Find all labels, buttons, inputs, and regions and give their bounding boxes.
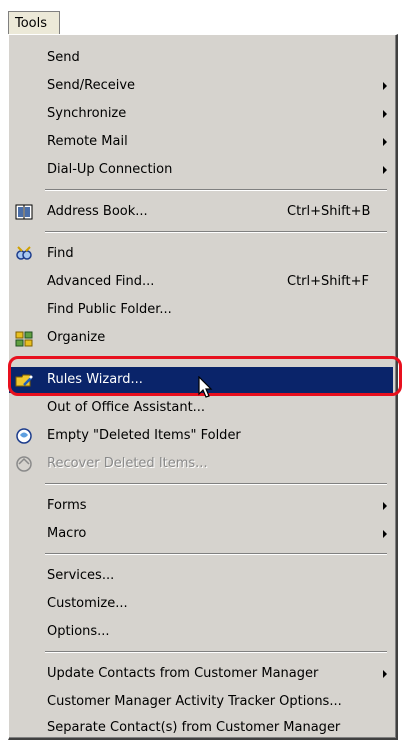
menu-item-dial-up-connection[interactable]: Dial-Up Connection bbox=[9, 157, 393, 183]
menu-item-label: Find Public Folder... bbox=[47, 302, 172, 317]
menubar-tools[interactable]: Tools bbox=[8, 11, 60, 35]
menu-item-label: Customize... bbox=[47, 596, 128, 611]
menu-item-label: Options... bbox=[47, 624, 110, 639]
organize-icon bbox=[15, 329, 33, 347]
menu-item-label: Services... bbox=[47, 568, 115, 583]
menu-separator bbox=[45, 189, 387, 191]
submenu-arrow-icon bbox=[383, 502, 387, 510]
submenu-arrow-icon bbox=[383, 166, 387, 174]
menu-item-label: Out of Office Assistant... bbox=[47, 400, 206, 415]
menu-item-update-contacts[interactable]: Update Contacts from Customer Manager bbox=[9, 661, 393, 687]
menu-item-label: Forms bbox=[47, 498, 87, 513]
menu-item-label: Synchronize bbox=[47, 106, 127, 121]
menu-item-services[interactable]: Services... bbox=[9, 563, 393, 589]
menu-item-label: Customer Manager Activity Tracker Option… bbox=[47, 694, 342, 709]
menu-item-label: Update Contacts from Customer Manager bbox=[47, 666, 319, 681]
menu-item-advanced-find[interactable]: Advanced Find... Ctrl+Shift+F bbox=[9, 269, 393, 295]
menu-item-remote-mail[interactable]: Remote Mail bbox=[9, 129, 393, 155]
menu-separator bbox=[45, 483, 387, 485]
menu-item-send-receive[interactable]: Send/Receive bbox=[9, 73, 393, 99]
menu-item-label: Advanced Find... bbox=[47, 274, 155, 289]
menu-item-recover-deleted-items: Recover Deleted Items... bbox=[9, 451, 393, 477]
find-icon bbox=[15, 245, 33, 263]
menu-item-label: Empty "Deleted Items" Folder bbox=[47, 428, 241, 443]
menu-item-label: Separate Contact(s) from Customer Manage… bbox=[47, 720, 341, 735]
menu-item-shortcut: Ctrl+Shift+F bbox=[287, 274, 369, 289]
menu-item-separate-contacts[interactable]: Separate Contact(s) from Customer Manage… bbox=[9, 715, 393, 741]
recover-deleted-items-icon bbox=[15, 455, 33, 473]
menu-separator bbox=[45, 231, 387, 233]
menu-item-send[interactable]: Send bbox=[9, 45, 393, 71]
submenu-arrow-icon bbox=[383, 110, 387, 118]
address-book-icon bbox=[15, 203, 33, 221]
menu-item-label: Address Book... bbox=[47, 204, 148, 219]
menu-item-empty-deleted-items[interactable]: Empty "Deleted Items" Folder bbox=[9, 423, 393, 449]
menu-separator bbox=[45, 553, 387, 555]
menu-separator bbox=[45, 651, 387, 653]
submenu-arrow-icon bbox=[383, 670, 387, 678]
menu-item-address-book[interactable]: Address Book... Ctrl+Shift+B bbox=[9, 199, 393, 225]
empty-deleted-items-icon bbox=[15, 427, 33, 445]
menu-item-synchronize[interactable]: Synchronize bbox=[9, 101, 393, 127]
menu-item-label: Remote Mail bbox=[47, 134, 128, 149]
submenu-arrow-icon bbox=[383, 82, 387, 90]
menu-item-options[interactable]: Options... bbox=[9, 619, 393, 645]
menubar-tools-label: Tools bbox=[15, 16, 48, 31]
menu-item-label: Send bbox=[47, 50, 80, 65]
menu-item-macro[interactable]: Macro bbox=[9, 521, 393, 547]
menu-item-label: Find bbox=[47, 246, 74, 261]
submenu-arrow-icon bbox=[383, 530, 387, 538]
submenu-arrow-icon bbox=[383, 138, 387, 146]
menu-item-forms[interactable]: Forms bbox=[9, 493, 393, 519]
menu-item-label: Send/Receive bbox=[47, 78, 136, 93]
menu-item-label: Macro bbox=[47, 526, 87, 541]
menu-item-customize[interactable]: Customize... bbox=[9, 591, 393, 617]
mouse-cursor-icon bbox=[198, 375, 214, 404]
menu-item-find-public-folder[interactable]: Find Public Folder... bbox=[9, 297, 393, 323]
menu-item-organize[interactable]: Organize bbox=[9, 325, 393, 351]
menu-item-shortcut: Ctrl+Shift+B bbox=[287, 204, 371, 219]
menu-item-activity-tracker-options[interactable]: Customer Manager Activity Tracker Option… bbox=[9, 689, 393, 715]
menu-item-label: Recover Deleted Items... bbox=[47, 456, 208, 471]
menu-item-label: Organize bbox=[47, 330, 106, 345]
menu-item-label: Dial-Up Connection bbox=[47, 162, 173, 177]
menu-item-find[interactable]: Find bbox=[9, 241, 393, 267]
